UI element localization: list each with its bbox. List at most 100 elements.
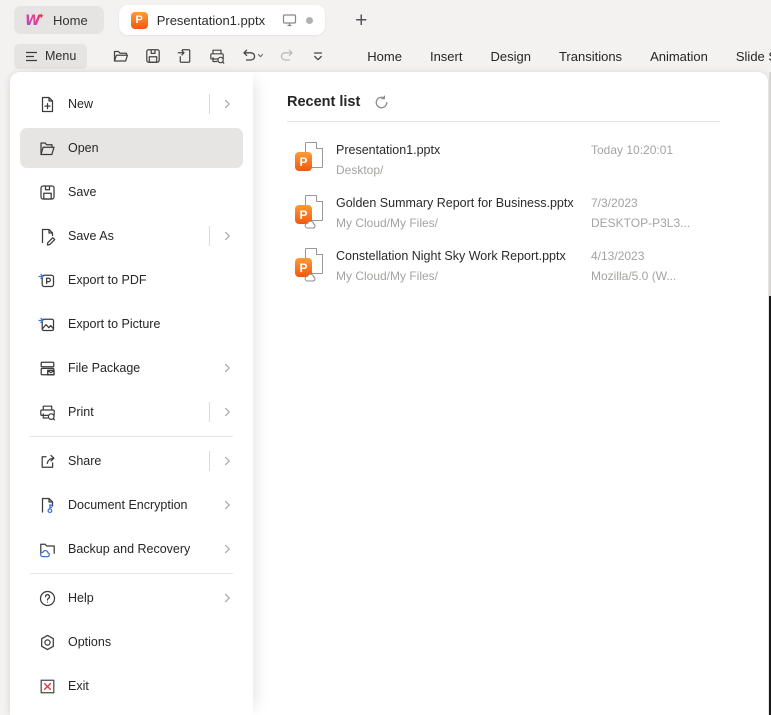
sidebar-group-divider (30, 436, 233, 437)
sidebar-item-label: Print (68, 405, 94, 419)
undo-dropdown-caret (258, 53, 264, 58)
recent-file-info: Golden Summary Report for Business.pptx … (336, 195, 591, 232)
recent-file-row[interactable]: P Constellation Night Sky Work Report.pp… (287, 240, 768, 293)
document-tab-label: Presentation1.pptx (156, 12, 266, 28)
recent-list-panel: Recent list P Presentation1.pptx Desktop… (253, 72, 768, 715)
document-tab[interactable]: P Presentation1.pptx (118, 5, 326, 35)
chevron-right-icon[interactable] (219, 590, 235, 606)
sidebar-item-save[interactable]: Save (20, 172, 243, 212)
chevron-right-icon[interactable] (219, 404, 235, 420)
save-as-icon (38, 227, 57, 246)
export-page-icon (179, 49, 191, 63)
recent-file-source: DESKTOP-P3L3... (591, 216, 691, 230)
help-icon (38, 589, 57, 608)
sidebar-item-label: Save (68, 185, 97, 199)
sidebar-item-label: New (68, 97, 94, 111)
sidebar-item-exit[interactable]: Exit (20, 666, 243, 706)
sidebar-item-label: Share (68, 454, 102, 468)
home-tab-label: Home (53, 12, 88, 28)
sidebar-item-open[interactable]: Open (20, 128, 243, 168)
sidebar-item-label: Open (68, 141, 99, 155)
pptx-file-icon: P (130, 11, 148, 29)
sidebar-item-help[interactable]: Help (20, 578, 243, 618)
tab-insert[interactable]: Insert (416, 49, 477, 64)
export-button[interactable] (169, 43, 201, 69)
recent-file-info: Presentation1.pptx Desktop/ (336, 142, 591, 179)
menu-button[interactable]: Menu (14, 43, 88, 69)
customize-toolbar-button[interactable] (303, 44, 333, 68)
share-icon (38, 452, 57, 471)
recent-file-name: Presentation1.pptx (336, 143, 441, 157)
sidebar-item-save-as[interactable]: Save As (20, 216, 243, 256)
undo-button[interactable] (233, 43, 271, 69)
sidebar-item-label: Export to Picture (68, 317, 161, 331)
sidebar-item-label: Export to PDF (68, 273, 147, 287)
recent-list-header: Recent list (287, 92, 768, 112)
redo-button-disabled[interactable] (271, 43, 303, 69)
export-picture-icon (38, 315, 57, 334)
chevron-right-icon[interactable] (219, 453, 235, 469)
hamburger-icon (25, 51, 38, 62)
sidebar-item-options[interactable]: Options (20, 622, 243, 662)
sidebar-item-export-to-pdf[interactable]: Export to PDF (20, 260, 243, 300)
tab-status-dot (306, 16, 314, 24)
recent-file-row[interactable]: P Golden Summary Report for Business.ppt… (287, 187, 768, 240)
chevron-right-icon[interactable] (219, 360, 235, 376)
recent-file-meta: Today 10:20:01 (591, 142, 673, 161)
cloud-sync-icon (304, 220, 318, 229)
ribbon-tabs: Home Insert Design Transitions Animation… (353, 49, 771, 64)
sidebar-item-label: Backup and Recovery (68, 542, 191, 556)
monitor-icon (282, 13, 297, 27)
file-package-icon (38, 359, 57, 378)
new-document-icon (38, 95, 57, 114)
sidebar-item-new[interactable]: New (20, 84, 243, 124)
split-separator (209, 402, 210, 422)
sidebar-item-label: Document Encryption (68, 498, 188, 512)
pptx-document-icon: P (295, 142, 323, 175)
tab-home[interactable]: Home (353, 49, 416, 64)
quick-access-icons (105, 43, 333, 69)
chevron-right-icon[interactable] (219, 541, 235, 557)
sidebar-item-document-encryption[interactable]: Document Encryption (20, 485, 243, 525)
sidebar-item-file-package[interactable]: File Package (20, 348, 243, 388)
sidebar-item-backup-and-recovery[interactable]: Backup and Recovery (20, 529, 243, 569)
open-file-button[interactable] (105, 43, 137, 69)
print-preview-button[interactable] (201, 43, 233, 69)
sidebar-item-export-to-picture[interactable]: Export to Picture (20, 304, 243, 344)
refresh-button[interactable] (372, 93, 391, 112)
tab-design[interactable]: Design (476, 49, 544, 64)
chevron-right-icon[interactable] (219, 96, 235, 112)
recent-list-divider (287, 121, 720, 122)
home-tab-button[interactable]: W Home (14, 6, 104, 34)
print-icon (38, 403, 57, 422)
wps-logo-icon: W (25, 12, 45, 28)
wps-presentation-window: { "titlebar": { "home_label": "Home", "d… (0, 0, 771, 715)
backup-recovery-icon (38, 540, 57, 559)
export-pdf-icon (38, 271, 57, 290)
sidebar-item-print[interactable]: Print (20, 392, 243, 432)
recent-file-name: Constellation Night Sky Work Report.pptx (336, 249, 566, 263)
quick-toolbar: Menu Home Insert Design Transitions Anim… (0, 40, 771, 72)
sidebar-item-share[interactable]: Share (20, 441, 243, 481)
save-button[interactable] (137, 43, 169, 69)
file-menu-panel: New Open Save Save As Export to PDF Expo… (10, 72, 768, 715)
menu-button-label: Menu (45, 49, 77, 63)
recent-file-path: Desktop/ (336, 163, 384, 177)
tab-transitions[interactable]: Transitions (545, 49, 636, 64)
sidebar-item-label: File Package (68, 361, 141, 375)
sidebar-item-label: Options (68, 635, 112, 649)
recent-file-path: My Cloud/My Files/ (336, 269, 439, 283)
cloud-sync-icon (304, 273, 318, 282)
chevron-right-icon[interactable] (219, 497, 235, 513)
exit-icon (38, 677, 57, 696)
document-encryption-icon (38, 496, 57, 515)
recent-file-info: Constellation Night Sky Work Report.pptx… (336, 248, 591, 285)
new-tab-button[interactable]: + (349, 8, 373, 33)
recent-file-date: 7/3/2023 (591, 196, 638, 210)
chevron-right-icon[interactable] (219, 228, 235, 244)
tab-animation[interactable]: Animation (636, 49, 722, 64)
sidebar-item-label: Exit (68, 679, 89, 693)
recent-file-row[interactable]: P Presentation1.pptx Desktop/ Today 10:2… (287, 134, 768, 187)
pptx-cloud-document-icon: P (295, 195, 323, 229)
tab-slide-show[interactable]: Slide Show (722, 49, 771, 64)
